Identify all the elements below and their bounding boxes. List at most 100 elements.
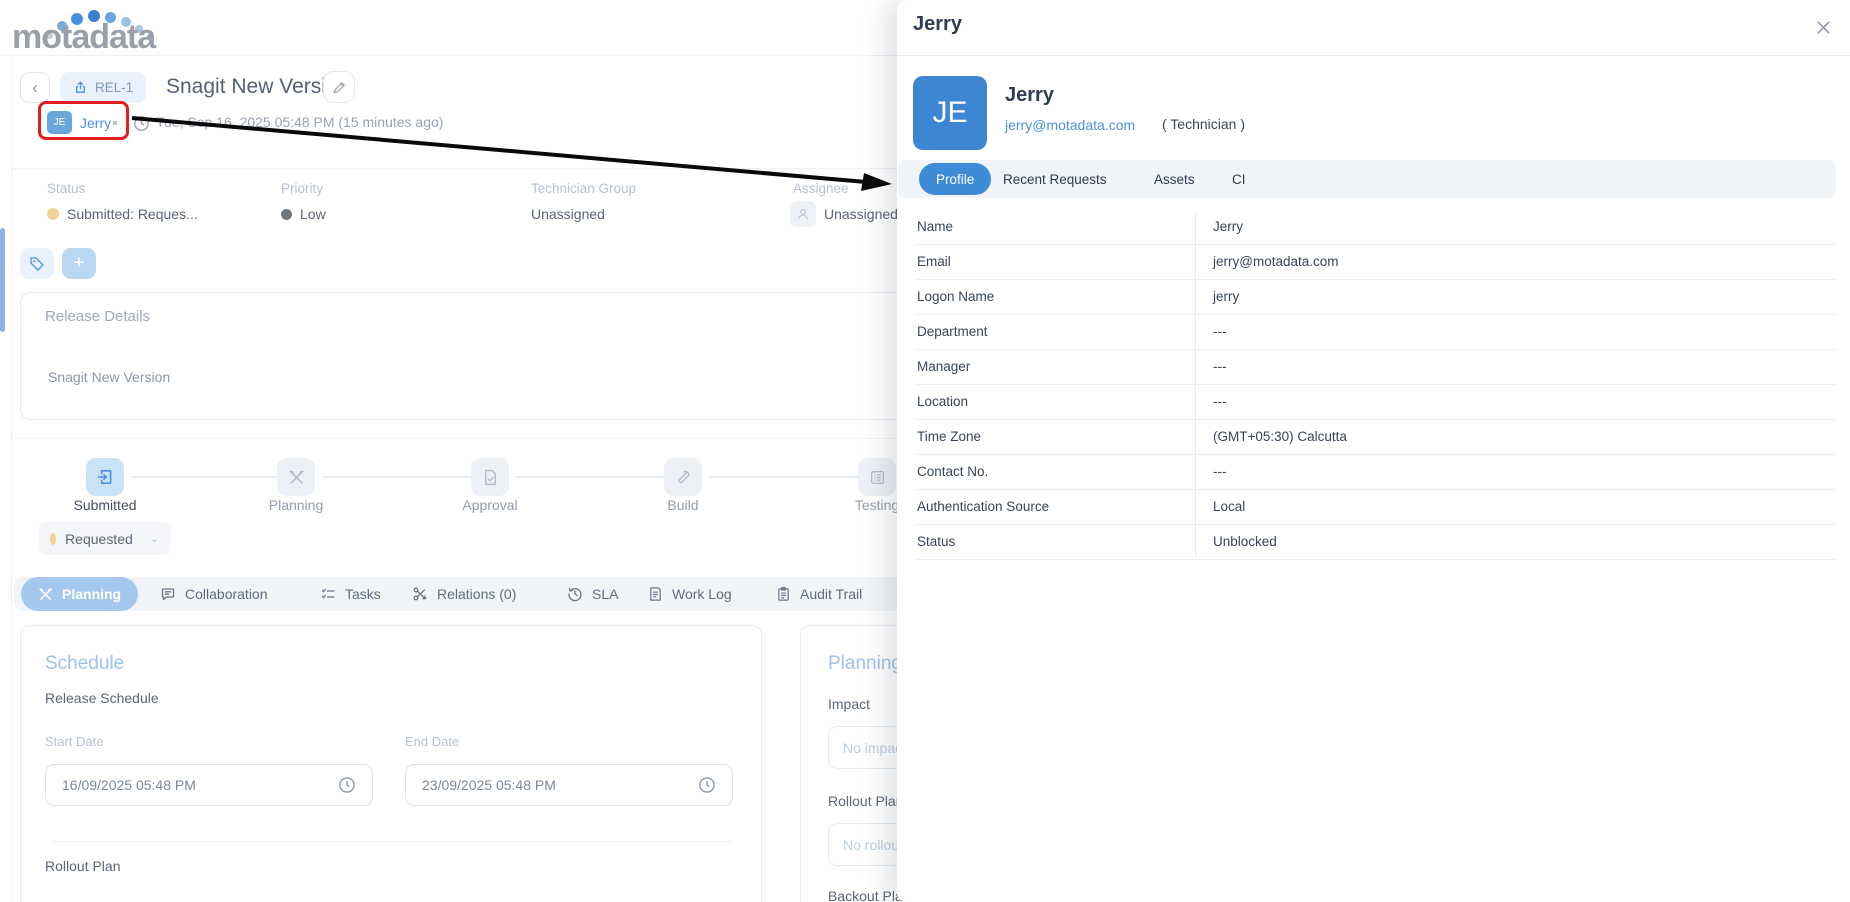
work-log-icon <box>650 587 661 601</box>
table-row: Logon Name jerry <box>915 280 1836 315</box>
tab-work-log[interactable]: Work Log <box>648 577 732 611</box>
stage-testing-label: Testing <box>854 497 900 513</box>
panel-tab-profile[interactable]: Profile <box>919 163 992 195</box>
relations-icon <box>413 587 427 601</box>
edit-title-button[interactable] <box>323 71 355 103</box>
stage-status-dropdown[interactable]: Requested ⌄ <box>38 522 171 555</box>
pencil-icon <box>333 81 345 93</box>
created-timestamp: Tue, Sep 16, 2025 05:48 PM (15 minutes a… <box>156 114 444 130</box>
page-title: Snagit New Version <box>166 75 350 98</box>
end-date-label: End Date <box>405 734 460 749</box>
panel-title: Jerry <box>913 13 962 35</box>
requested-label: Requested <box>65 530 133 547</box>
rollout-plan-label: Rollout Plan <box>828 793 904 809</box>
tags-button[interactable] <box>20 248 54 279</box>
add-tag-button[interactable]: + <box>62 248 96 279</box>
status-value[interactable]: Submitted: Reques... <box>47 206 198 222</box>
priority-label: Priority <box>281 181 324 196</box>
stage-planning-icon[interactable] <box>277 458 315 496</box>
app-root: motadata ‹ REL-1 Snagit New Version JE J… <box>0 0 1850 902</box>
table-row: Manager --- <box>915 350 1836 385</box>
stage-approval-label: Approval <box>462 497 518 513</box>
priority-dot <box>281 208 292 220</box>
vertical-scrollbar[interactable] <box>0 228 5 332</box>
assignee-value[interactable]: Unassigned <box>790 201 898 227</box>
table-row: Authentication Source Local <box>915 490 1836 525</box>
panel-tab-ci[interactable]: CI <box>1232 165 1246 193</box>
stage-build-label: Build <box>667 497 699 513</box>
divider <box>11 168 897 169</box>
stage-connector <box>709 476 858 478</box>
table-row: Email jerry@motadata.com <box>915 245 1836 280</box>
checklist-icon <box>321 588 335 599</box>
table-row: Time Zone (GMT+05:30) Calcutta <box>915 420 1836 455</box>
clipboard-list-icon <box>870 470 884 484</box>
header-divider <box>0 55 897 56</box>
tag-icon <box>30 256 44 271</box>
schedule-card: Schedule Release Schedule Start Date End… <box>20 625 762 902</box>
user-avatar: JE <box>913 76 987 150</box>
table-row: Department --- <box>915 315 1836 350</box>
planning-heading: Planning <box>828 653 902 674</box>
tab-relations[interactable]: Relations (0) <box>412 577 516 611</box>
table-row: Location --- <box>915 385 1836 420</box>
panel-tab-assets[interactable]: Assets <box>1154 165 1195 193</box>
release-details-heading: Release Details <box>45 308 151 325</box>
submit-doc-icon <box>97 470 112 484</box>
divider <box>897 55 1850 56</box>
requested-dot <box>50 532 57 545</box>
user-detail-panel: Jerry JE Jerry jerry@motadata.com ( Tech… <box>897 0 1850 902</box>
tools-icon <box>289 470 303 484</box>
stage-approval-icon[interactable] <box>471 458 509 496</box>
stage-connector <box>131 476 277 478</box>
clock-icon <box>133 115 150 137</box>
stage-submitted-label: Submitted <box>73 497 137 513</box>
release-id-label: REL-1 <box>95 80 134 95</box>
technician-group-value[interactable]: Unassigned <box>531 206 605 222</box>
assignee-avatar-icon <box>790 201 816 227</box>
user-email-link[interactable]: jerry@motadata.com <box>1005 117 1135 133</box>
stage-planning-label: Planning <box>268 497 324 513</box>
chat-icon <box>161 588 175 601</box>
stage-testing-icon[interactable] <box>858 458 896 496</box>
table-row: Name Jerry <box>915 210 1836 245</box>
start-date-label: Start Date <box>45 734 104 749</box>
end-date-input[interactable]: 23/09/2025 05:48 PM <box>405 764 733 806</box>
release-details-text[interactable]: Snagit New Version <box>48 369 170 385</box>
doc-check-icon <box>484 469 496 485</box>
technician-group-label: Technician Group <box>531 181 637 196</box>
logo-text: motadata <box>12 18 156 56</box>
chevron-down-icon: ⌄ <box>149 533 159 545</box>
stage-submitted-icon[interactable] <box>86 458 124 496</box>
divider <box>11 438 897 439</box>
start-date-input[interactable]: 16/09/2025 05:48 PM <box>45 764 373 806</box>
divider <box>51 841 733 842</box>
audit-clipboard-icon <box>778 587 789 601</box>
table-row: Contact No. --- <box>915 455 1836 490</box>
motadata-logo: motadata <box>12 8 202 56</box>
release-details-card: Release Details Snagit New Version <box>20 292 920 420</box>
tab-collaboration[interactable]: Collaboration <box>160 577 268 611</box>
stage-build-icon[interactable] <box>664 458 702 496</box>
impact-label: Impact <box>828 696 871 712</box>
panel-tab-recent-requests[interactable]: Recent Requests <box>1003 165 1107 193</box>
tab-tasks[interactable]: Tasks <box>320 577 381 611</box>
tab-sla[interactable]: SLA <box>567 577 618 611</box>
tab-planning[interactable]: Planning <box>21 577 139 611</box>
clock-icon <box>699 777 715 793</box>
release-id-badge[interactable]: REL-1 <box>60 72 147 103</box>
tab-audit-trail[interactable]: Audit Trail <box>776 577 862 611</box>
priority-value[interactable]: Low <box>281 206 326 222</box>
back-button[interactable]: ‹ <box>20 72 50 103</box>
user-role: ( Technician ) <box>1162 116 1246 132</box>
status-dot <box>47 208 59 220</box>
share-icon <box>76 81 85 93</box>
release-schedule-label: Release Schedule <box>45 690 159 706</box>
annotation-highlight-box <box>38 101 129 140</box>
status-label: Status <box>47 181 86 196</box>
table-row: Status Unblocked <box>915 525 1836 560</box>
stage-connector <box>322 476 471 478</box>
clock-icon <box>339 777 355 793</box>
tools-icon <box>39 587 52 600</box>
close-icon[interactable] <box>1812 16 1834 38</box>
